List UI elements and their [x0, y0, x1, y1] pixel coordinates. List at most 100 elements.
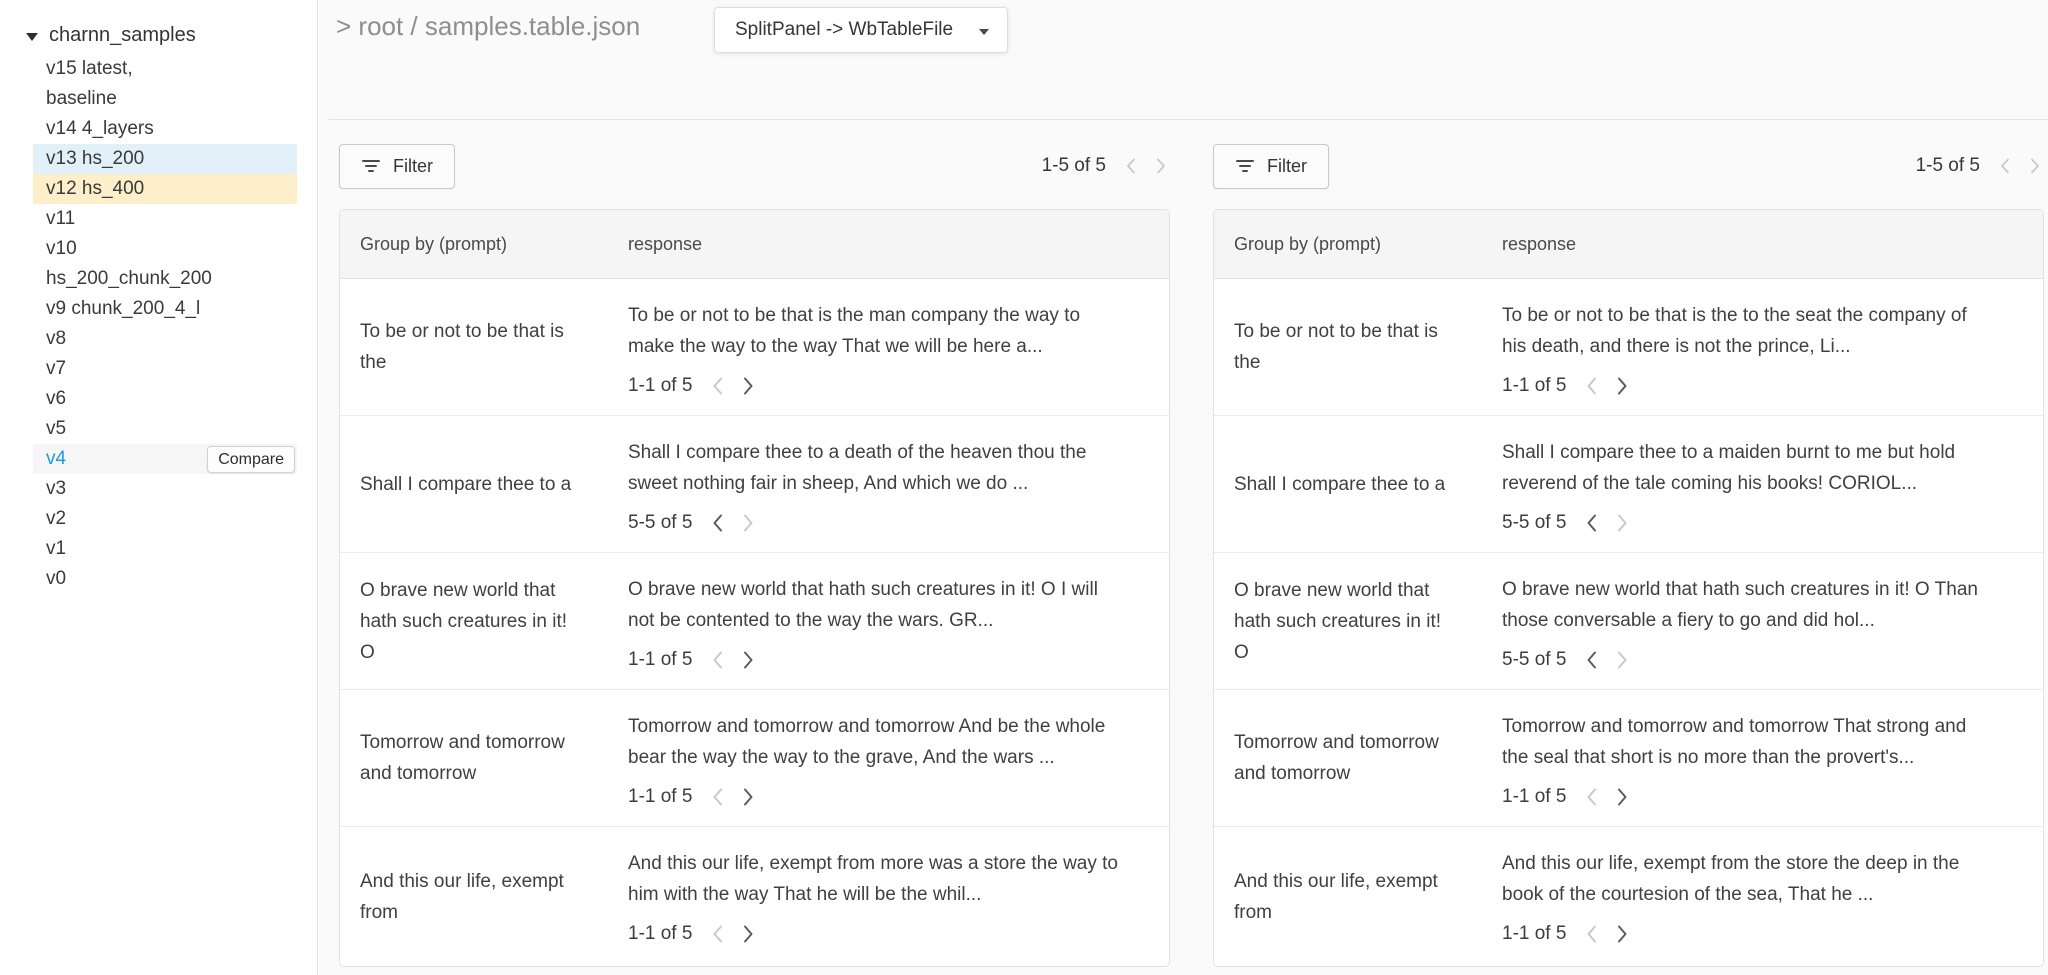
artifact-file-viewer: charnn_samples v15 latest, baseline v14 … — [0, 0, 2048, 975]
row-pagination-label: 5-5 of 5 — [628, 507, 692, 538]
table-toolbar: Filter 1-5 of 5 — [339, 143, 1170, 189]
filter-button[interactable]: Filter — [339, 144, 455, 189]
response-text: Shall I compare thee to a maiden burnt t… — [1502, 437, 1992, 499]
top-pagination: 1-5 of 5 — [1042, 155, 1170, 177]
table-row: To be or not to be that is the To be or … — [1214, 279, 2043, 416]
chevron-left-icon[interactable] — [712, 514, 723, 532]
sidebar-item-v11[interactable]: v11 — [33, 204, 297, 234]
results-table: Group by (prompt) response To be or not … — [339, 209, 1170, 967]
table-toolbar: Filter 1-5 of 5 — [1213, 143, 2044, 189]
version-label: v5 — [46, 414, 66, 444]
column-header-response[interactable]: response — [628, 234, 1169, 255]
prompt-text: Shall I compare thee to a — [1234, 469, 1445, 500]
version-label: v2 — [46, 504, 66, 534]
chevron-left-icon[interactable] — [712, 925, 723, 943]
chevron-left-icon[interactable] — [712, 651, 723, 669]
sidebar-item-v15[interactable]: v15 latest, baseline — [33, 54, 297, 114]
row-pagination: 1-1 of 5 — [628, 781, 1169, 812]
results-table: Group by (prompt) response To be or not … — [1213, 209, 2044, 967]
chevron-right-icon[interactable] — [1617, 377, 1628, 395]
response-text: To be or not to be that is the to the se… — [1502, 300, 1992, 362]
sidebar-item-v6[interactable]: v6 — [33, 384, 297, 414]
chevron-left-icon[interactable] — [1586, 514, 1597, 532]
version-label: v3 — [46, 474, 66, 504]
response-text: And this our life, exempt from more was … — [628, 848, 1118, 910]
response-text: Shall I compare thee to a death of the h… — [628, 437, 1118, 499]
artifact-root[interactable]: charnn_samples — [0, 0, 317, 54]
chevron-right-icon[interactable] — [1617, 651, 1628, 669]
chevron-left-icon[interactable] — [712, 788, 723, 806]
row-pagination-label: 1-1 of 5 — [628, 644, 692, 675]
chevron-right-icon[interactable] — [2030, 158, 2040, 174]
row-pagination: 5-5 of 5 — [1502, 644, 2043, 675]
chevron-right-icon[interactable] — [743, 514, 754, 532]
chevron-left-icon[interactable] — [1126, 158, 1136, 174]
panel-right: Filter 1-5 of 5 Group by (prompt) respon… — [1213, 0, 2044, 975]
prompt-cell: Tomorrow and tomorrow and tomorrow — [340, 690, 628, 826]
chevron-left-icon[interactable] — [2000, 158, 2010, 174]
sidebar-item-v0[interactable]: v0 — [33, 564, 297, 594]
response-cell: Shall I compare thee to a maiden burnt t… — [1502, 416, 2043, 552]
column-header-response[interactable]: response — [1502, 234, 2043, 255]
prompt-text: O brave new world that hath such creatur… — [360, 575, 572, 668]
sidebar-item-v13[interactable]: v13 hs_200 — [33, 144, 297, 174]
chevron-right-icon[interactable] — [1617, 514, 1628, 532]
table-row: O brave new world that hath such creatur… — [1214, 553, 2043, 690]
sidebar-item-v12[interactable]: v12 hs_400 — [33, 174, 297, 204]
panel-left: Filter 1-5 of 5 Group by (prompt) respon… — [339, 0, 1170, 975]
sidebar-item-v1[interactable]: v1 — [33, 534, 297, 564]
chevron-right-icon[interactable] — [1617, 788, 1628, 806]
table-row: O brave new world that hath such creatur… — [340, 553, 1169, 690]
column-header-group-by[interactable]: Group by (prompt) — [1214, 234, 1502, 255]
sidebar-item-v7[interactable]: v7 — [33, 354, 297, 384]
chevron-right-icon[interactable] — [1617, 925, 1628, 943]
response-cell: Tomorrow and tomorrow and tomorrow And b… — [628, 690, 1169, 826]
chevron-right-icon[interactable] — [743, 925, 754, 943]
row-pagination-label: 1-1 of 5 — [628, 781, 692, 812]
chevron-left-icon[interactable] — [712, 377, 723, 395]
prompt-cell: To be or not to be that is the — [340, 279, 628, 415]
sidebar-item-v2[interactable]: v2 — [33, 504, 297, 534]
chevron-left-icon[interactable] — [1586, 377, 1597, 395]
chevron-right-icon[interactable] — [743, 651, 754, 669]
compare-button[interactable]: Compare — [207, 446, 295, 473]
filter-button[interactable]: Filter — [1213, 144, 1329, 189]
chevron-right-icon[interactable] — [743, 788, 754, 806]
prompt-text: And this our life, exempt from — [360, 866, 572, 928]
filter-icon — [361, 160, 380, 172]
version-label: v10 — [46, 234, 77, 264]
prompt-text: To be or not to be that is the — [360, 316, 572, 378]
sidebar-item-v4[interactable]: v4 Compare — [33, 444, 297, 474]
version-label: v13 hs_200 — [46, 144, 144, 174]
chevron-right-icon[interactable] — [1156, 158, 1166, 174]
response-text: O brave new world that hath such creatur… — [628, 574, 1118, 636]
sidebar-item-v8[interactable]: v8 — [33, 324, 297, 354]
sidebar-item-v5[interactable]: v5 — [33, 414, 297, 444]
chevron-left-icon[interactable] — [1586, 788, 1597, 806]
prompt-cell: O brave new world that hath such creatur… — [340, 553, 628, 689]
prompt-text: To be or not to be that is the — [1234, 316, 1446, 378]
prompt-cell: Shall I compare thee to a — [340, 416, 628, 552]
table-row: And this our life, exempt from And this … — [1214, 827, 2043, 967]
sidebar-item-v14[interactable]: v14 4_layers — [33, 114, 297, 144]
response-text: And this our life, exempt from the store… — [1502, 848, 1992, 910]
sidebar-item-v10[interactable]: v10 — [33, 234, 297, 264]
sidebar-item-v3[interactable]: v3 — [33, 474, 297, 504]
column-header-group-by[interactable]: Group by (prompt) — [340, 234, 628, 255]
response-text: Tomorrow and tomorrow and tomorrow And b… — [628, 711, 1118, 773]
sidebar-item-hs-200-chunk-200[interactable]: hs_200_chunk_200 — [33, 264, 297, 294]
response-cell: Shall I compare thee to a death of the h… — [628, 416, 1169, 552]
version-label: v12 hs_400 — [46, 174, 144, 204]
chevron-left-icon[interactable] — [1586, 651, 1597, 669]
artifact-sidebar: charnn_samples v15 latest, baseline v14 … — [0, 0, 318, 975]
chevron-right-icon[interactable] — [743, 377, 754, 395]
prompt-cell: O brave new world that hath such creatur… — [1214, 553, 1502, 689]
collapse-caret-icon[interactable] — [26, 33, 38, 41]
row-pagination: 1-1 of 5 — [1502, 781, 2043, 812]
chevron-left-icon[interactable] — [1586, 925, 1597, 943]
response-cell: O brave new world that hath such creatur… — [1502, 553, 2043, 689]
sidebar-item-v9[interactable]: v9 chunk_200_4_l — [33, 294, 297, 324]
table-row: To be or not to be that is the To be or … — [340, 279, 1169, 416]
response-cell: O brave new world that hath such creatur… — [628, 553, 1169, 689]
table-header: Group by (prompt) response — [1214, 210, 2043, 279]
